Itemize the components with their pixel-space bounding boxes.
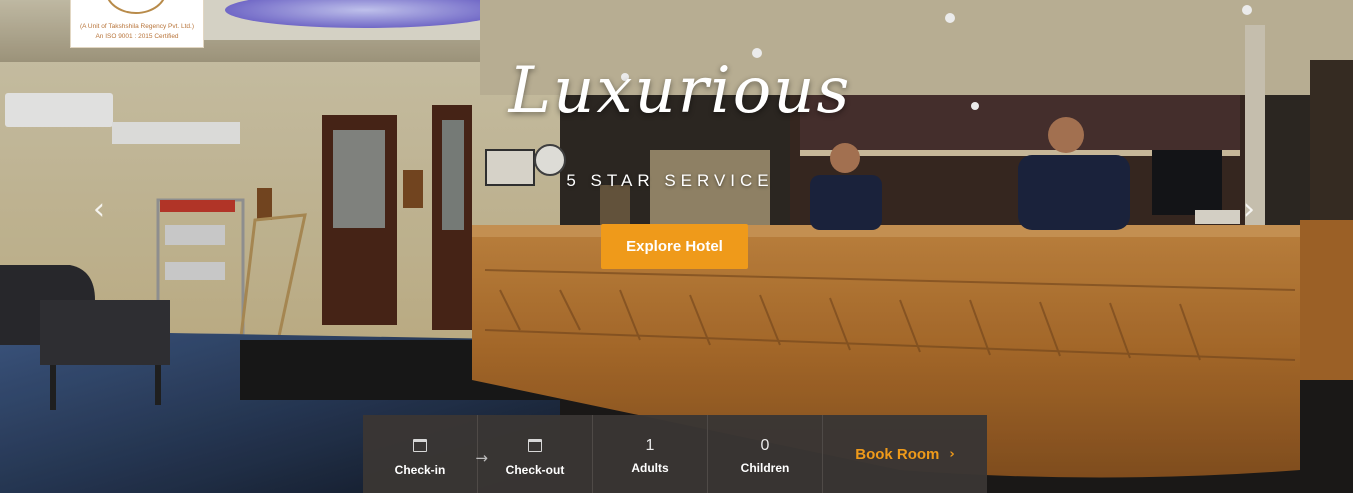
book-room-label: Book Room — [855, 445, 940, 463]
checkin-field[interactable]: Check-in → — [363, 415, 488, 493]
checkout-label: Check-out — [505, 463, 565, 477]
logo-tagline: (A Unit of Takshshila Regency Pvt. Ltd.) — [79, 23, 195, 30]
hero-title: Luxurious — [508, 54, 852, 128]
adults-count: 1 — [645, 437, 655, 454]
adults-label: Adults — [631, 461, 669, 475]
calendar-icon — [528, 439, 542, 452]
checkout-field[interactable]: Check-out — [478, 415, 593, 493]
logo-certification: An ISO 9001 : 2015 Certified — [95, 33, 179, 40]
arrow-right-icon: → — [475, 449, 488, 467]
adults-field[interactable]: 1 Adults — [593, 415, 708, 493]
booking-bar: Check-in → Check-out 1 Adults 0 Children… — [363, 415, 987, 493]
book-room-button[interactable]: Book Room › — [823, 415, 987, 493]
explore-hotel-button[interactable]: Explore Hotel — [601, 224, 748, 269]
hotel-logo[interactable]: (A Unit of Takshshila Regency Pvt. Ltd.)… — [70, 0, 204, 48]
chevron-right-icon[interactable]: › — [1234, 192, 1264, 228]
logo-seal-icon — [105, 0, 167, 14]
children-label: Children — [740, 461, 790, 475]
children-field[interactable]: 0 Children — [708, 415, 823, 493]
children-count: 0 — [760, 437, 770, 454]
chevron-left-icon[interactable]: ‹ — [84, 192, 114, 228]
hero-subtitle: 5 STAR SERVICE — [566, 171, 774, 190]
checkin-label: Check-in — [394, 463, 446, 477]
chevron-right-icon: › — [949, 446, 955, 462]
calendar-icon — [413, 439, 427, 452]
